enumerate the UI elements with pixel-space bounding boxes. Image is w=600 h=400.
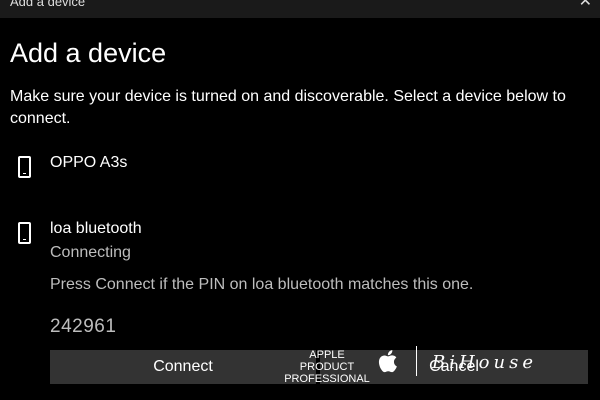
device-name: loa bluetooth [50, 220, 142, 237]
pin-prompt: Press Connect if the PIN on loa bluetoot… [50, 276, 474, 293]
phone-icon [18, 156, 31, 178]
title-bar: Add a device ✕ [0, 0, 600, 18]
device-status: Connecting [50, 244, 131, 261]
page-title: Add a device [10, 38, 167, 68]
cancel-button[interactable]: Cancel [320, 350, 588, 384]
pin-code: 242961 [50, 316, 117, 337]
add-device-dialog: Add a device Make sure your device is tu… [0, 18, 600, 400]
instruction-text: Make sure your device is turned on and d… [10, 88, 566, 127]
phone-icon [18, 222, 31, 244]
device-item-loa-bluetooth[interactable]: loa bluetooth Connecting [10, 220, 570, 270]
close-icon[interactable]: ✕ [579, 0, 592, 11]
device-item-oppo-a3s[interactable]: OPPO A3s [10, 154, 570, 188]
connect-button[interactable]: Connect [50, 350, 316, 384]
device-name: OPPO A3s [50, 154, 128, 171]
window-title: Add a device [10, 0, 86, 9]
